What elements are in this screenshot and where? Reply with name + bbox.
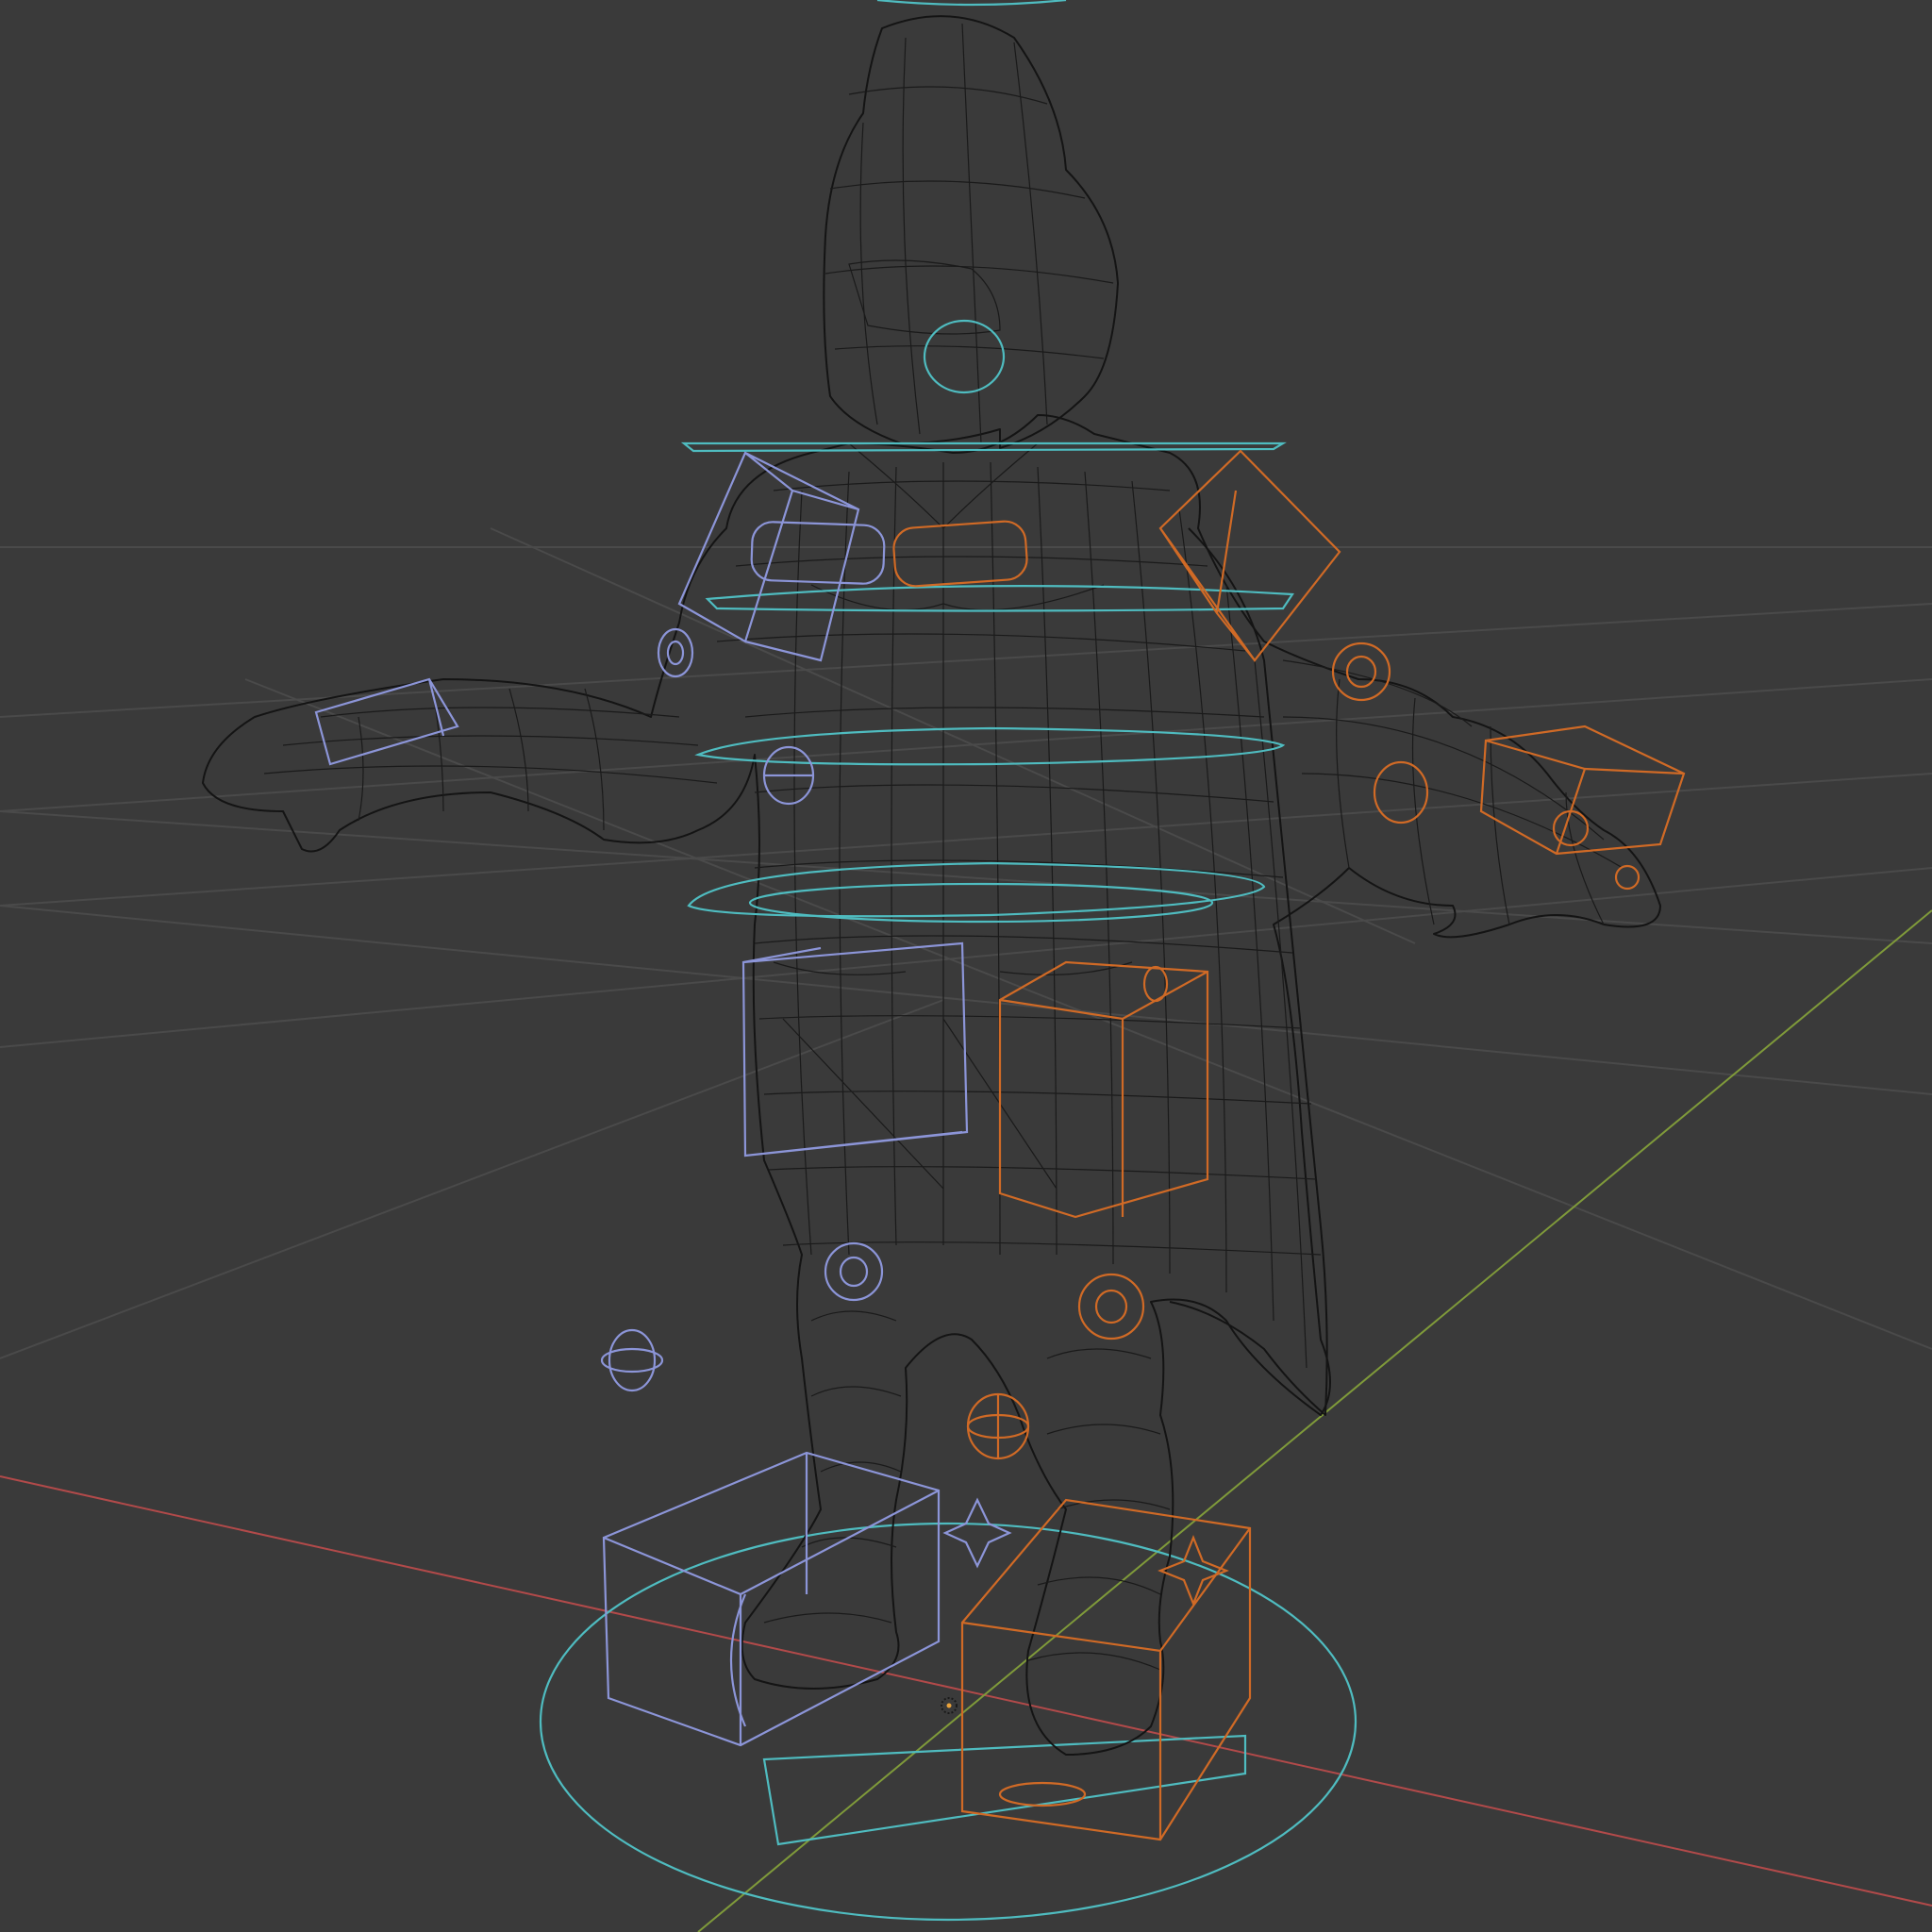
finger-r-tip-control[interactable]	[1614, 864, 1641, 891]
right-rig-controls[interactable]	[892, 449, 1686, 1841]
knee-l-pole-ring	[600, 1347, 664, 1374]
foot-l-pivot-control[interactable]	[942, 1497, 1012, 1569]
floor-grid	[0, 527, 1932, 1359]
object-origin-icon[interactable]	[941, 1697, 958, 1714]
knee-l-control[interactable]	[824, 1241, 884, 1302]
neck-control[interactable]	[923, 319, 1006, 394]
elbow-r-inner	[1345, 655, 1377, 689]
y-axis-line	[697, 909, 1932, 1932]
knee-l-inner	[839, 1256, 869, 1288]
heel-r-control[interactable]	[998, 1781, 1087, 1807]
head-top-control[interactable]	[876, 0, 1067, 7]
torso-mesh	[202, 414, 1661, 1756]
hand-r-control[interactable]	[1479, 724, 1686, 856]
shoulder-l-control[interactable]	[677, 451, 860, 662]
helmet-mesh	[823, 15, 1119, 449]
elbow-r-control[interactable]	[1331, 641, 1391, 702]
thigh-r-control[interactable]	[998, 960, 1209, 1219]
wrist-r-control[interactable]	[1373, 760, 1429, 824]
foot-l-control[interactable]	[602, 1451, 941, 1747]
shoulder-r-control[interactable]	[1158, 449, 1341, 662]
upper-arm-r-control[interactable]	[892, 520, 1028, 588]
knee-l-pole-control[interactable]	[608, 1328, 657, 1392]
hip-r-marker	[1142, 965, 1169, 1003]
3d-viewport[interactable]	[0, 0, 1932, 1932]
center-rig-controls[interactable]	[680, 319, 1294, 924]
upper-arm-l-control[interactable]	[750, 521, 886, 585]
knee-r-inner	[1094, 1289, 1128, 1324]
root-control[interactable]	[539, 1522, 1357, 1922]
left-rig-controls[interactable]	[314, 451, 1012, 1747]
knee-r-control[interactable]	[1077, 1273, 1145, 1341]
head-control[interactable]	[680, 441, 1287, 453]
torso-wire-detail	[263, 442, 1624, 1671]
viewport-scene[interactable]	[0, 0, 1932, 1932]
x-axis-line	[0, 1475, 1932, 1907]
hand-l-control[interactable]	[314, 677, 459, 766]
